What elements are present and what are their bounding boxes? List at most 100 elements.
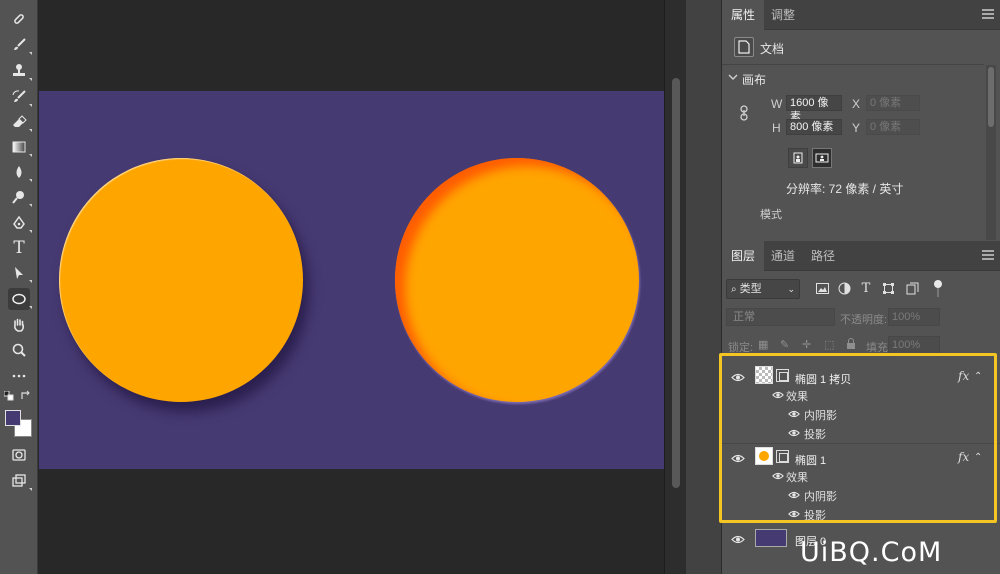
type-filter-icon[interactable]: T: [858, 280, 874, 296]
effect-name: 投影: [804, 510, 826, 522]
tab-layers[interactable]: 图层: [722, 241, 765, 271]
effect-name: 内阴影: [804, 491, 837, 503]
chevron-down-icon[interactable]: [728, 72, 738, 85]
filter-toggle-switch[interactable]: [932, 280, 944, 298]
chevron-down-icon: ⌄: [787, 284, 795, 294]
filter-kind-label: 类型: [739, 283, 762, 295]
fx-icon[interactable]: fx: [958, 369, 969, 383]
document-icon: [734, 37, 754, 57]
type-icon[interactable]: T: [8, 237, 30, 259]
tools-panel: T: [0, 0, 38, 574]
mode-label: 模式: [760, 209, 782, 221]
visibility-eye-icon[interactable]: [786, 489, 802, 501]
tab-channels[interactable]: 通道: [762, 241, 804, 271]
canvas-vertical-scrollbar[interactable]: [664, 0, 686, 574]
width-label: W: [771, 97, 783, 111]
effects-row[interactable]: 效果: [722, 466, 1000, 486]
lock-all-icon[interactable]: [846, 338, 856, 352]
visibility-eye-icon[interactable]: [730, 533, 746, 545]
visibility-eye-icon[interactable]: [770, 389, 786, 401]
x-field[interactable]: 0 像素: [866, 95, 920, 111]
tab-paths[interactable]: 路径: [802, 241, 844, 271]
chevron-up-icon[interactable]: ⌃: [974, 452, 982, 463]
portrait-orientation-button[interactable]: [788, 148, 808, 168]
effect-row-drop-shadow[interactable]: 投影: [722, 504, 1000, 524]
chevron-up-icon[interactable]: ⌃: [974, 371, 982, 382]
brush-icon[interactable]: [8, 34, 32, 56]
tab-properties[interactable]: 属性: [722, 0, 765, 30]
lock-image-pixels-icon[interactable]: ✎: [780, 338, 789, 351]
effect-name: 投影: [804, 429, 826, 441]
y-field[interactable]: 0 像素: [866, 119, 920, 135]
fx-icon[interactable]: fx: [958, 450, 969, 464]
lock-artboard-icon[interactable]: ⬚: [824, 338, 834, 351]
width-field[interactable]: 1600 像素: [786, 95, 842, 123]
layer-thumbnail: [755, 447, 773, 465]
blend-mode-select[interactable]: 正常: [726, 308, 835, 326]
panel-menu-icon[interactable]: [982, 9, 994, 19]
dodge-icon[interactable]: [8, 186, 32, 208]
resolution-text: 分辨率: 72 像素 / 英寸: [786, 182, 904, 196]
visibility-eye-icon[interactable]: [786, 508, 802, 520]
ellipse-1-copy-inset-circle[interactable]: [395, 158, 639, 402]
blur-icon[interactable]: [8, 161, 32, 183]
quick-mask-icon[interactable]: [8, 444, 30, 466]
y-label: Y: [852, 121, 861, 135]
shape-filter-icon[interactable]: [880, 280, 896, 296]
layer-filter-kind-select[interactable]: ⌕ 类型 ⌄: [726, 279, 800, 299]
ellipse-1-raised-circle[interactable]: [59, 158, 303, 402]
lock-position-icon[interactable]: ✛: [802, 338, 811, 351]
more-tools-icon[interactable]: [8, 365, 30, 387]
effects-label: 效果: [786, 472, 808, 484]
height-label: H: [772, 121, 781, 135]
smart-object-filter-icon[interactable]: [904, 280, 920, 296]
opacity-field[interactable]: 100%: [888, 308, 940, 326]
landscape-orientation-button[interactable]: [812, 148, 832, 168]
right-panel: 属性 调整 文档 画布 W 1600 像素 X 0 像素 H 800 像素 Y …: [722, 0, 1000, 574]
effect-row-drop-shadow[interactable]: 投影: [722, 423, 1000, 443]
effects-row[interactable]: 效果: [722, 385, 1000, 405]
height-field[interactable]: 800 像素: [786, 119, 842, 135]
default-colors-icon[interactable]: [3, 390, 15, 402]
image-filter-icon[interactable]: [814, 280, 830, 296]
ellipse-tool-icon[interactable]: [8, 288, 32, 310]
lock-transparent-pixels-icon[interactable]: ▦: [758, 338, 768, 351]
layers-tabbar: 图层 通道 路径: [722, 241, 1000, 271]
scrollbar-thumb[interactable]: [988, 67, 994, 127]
effect-row-inner-shadow[interactable]: 内阴影: [722, 404, 1000, 424]
swap-colors-icon[interactable]: [19, 389, 33, 403]
search-icon: ⌕: [731, 284, 737, 295]
scrollbar-thumb[interactable]: [672, 78, 680, 488]
lock-label: 锁定:: [728, 342, 754, 354]
watermark: UiBQ.CoM: [800, 537, 943, 568]
document-canvas[interactable]: [39, 91, 664, 469]
canvas-area[interactable]: [39, 0, 664, 574]
panel-dock-gutter: [686, 0, 722, 574]
visibility-eye-icon[interactable]: [730, 452, 746, 464]
zoom-icon[interactable]: [8, 339, 30, 361]
history-brush-icon[interactable]: [8, 86, 32, 108]
pen-icon[interactable]: [8, 212, 32, 234]
visibility-eye-icon[interactable]: [730, 371, 746, 383]
foreground-color-swatch[interactable]: [5, 410, 21, 426]
visibility-eye-icon[interactable]: [770, 470, 786, 482]
clone-stamp-icon[interactable]: [8, 60, 32, 82]
properties-scrollbar[interactable]: [986, 65, 996, 240]
healing-brush-icon[interactable]: [8, 8, 30, 30]
adjustment-filter-icon[interactable]: [836, 280, 852, 296]
hand-icon[interactable]: [8, 314, 30, 336]
fill-field[interactable]: 100%: [888, 336, 940, 354]
eraser-icon[interactable]: [8, 111, 32, 133]
panel-menu-icon[interactable]: [982, 250, 994, 260]
screen-mode-icon[interactable]: [8, 470, 32, 492]
tab-adjustments[interactable]: 调整: [762, 0, 804, 30]
opacity-label: 不透明度:: [840, 314, 888, 326]
effects-label: 效果: [786, 391, 808, 403]
effect-row-inner-shadow[interactable]: 内阴影: [722, 485, 1000, 505]
visibility-eye-icon[interactable]: [786, 408, 802, 420]
visibility-eye-icon[interactable]: [786, 427, 802, 439]
link-icon[interactable]: [739, 105, 749, 124]
canvas-section-heading[interactable]: 画布: [742, 71, 766, 88]
gradient-icon[interactable]: [8, 136, 32, 158]
path-selection-icon[interactable]: [8, 262, 32, 284]
